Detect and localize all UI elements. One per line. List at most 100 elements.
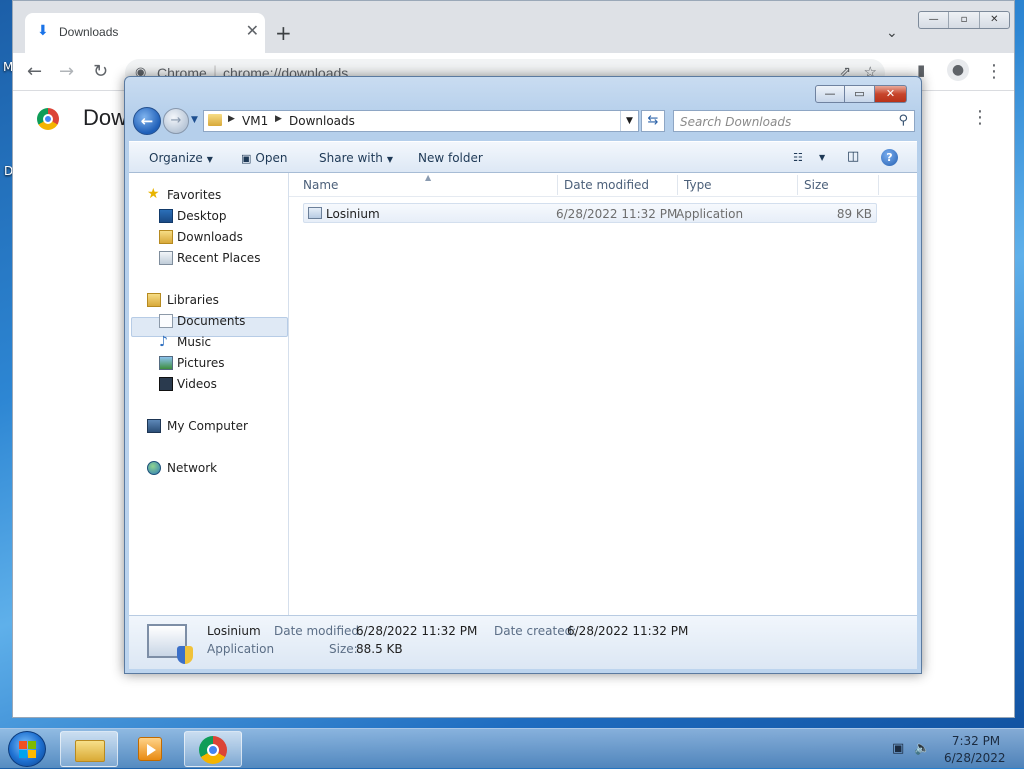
pictures-icon [159, 356, 173, 370]
search-icon[interactable]: ⚲ [898, 113, 908, 128]
share-with-label: Share with [319, 151, 383, 165]
taskbar-media-player-button[interactable] [124, 731, 176, 767]
maximize-button[interactable]: ▫ [949, 12, 980, 28]
start-button[interactable] [8, 731, 46, 767]
chrome-window-controls: — ▫ ✕ [918, 11, 1010, 29]
music-note-icon: ♪ [159, 334, 168, 350]
recent-pages-dropdown-icon[interactable]: ▼ [191, 115, 198, 125]
desktop-icon [159, 209, 173, 223]
libraries-icon [147, 293, 161, 307]
column-header-size[interactable]: Size [804, 178, 829, 192]
sort-ascending-icon: ▲ [425, 173, 432, 182]
network-status-icon[interactable]: ▣ [892, 741, 904, 756]
taskbar-explorer-button[interactable] [60, 731, 118, 767]
nav-desktop[interactable]: Desktop [129, 206, 285, 226]
dropdown-arrow-icon: ▼ [386, 155, 394, 164]
downloads-menu-icon[interactable]: ⋮ [971, 107, 989, 128]
volume-icon[interactable]: 🔈 [914, 741, 930, 756]
details-size: 88.5 KB [356, 642, 403, 656]
forward-button[interactable]: → [163, 108, 189, 134]
windows-logo-icon [19, 750, 27, 758]
chrome-menu-icon[interactable]: ⋮ [985, 61, 1003, 82]
column-divider[interactable] [797, 175, 798, 195]
nav-pictures[interactable]: Pictures [129, 353, 285, 373]
network-globe-icon [147, 461, 161, 475]
organize-button[interactable]: Organize ▼ [149, 151, 213, 165]
breadcrumb-item-downloads[interactable]: Downloads [289, 114, 355, 128]
dropdown-arrow-icon: ▼ [206, 155, 213, 164]
share-with-button[interactable]: Share with ▼ [319, 151, 393, 165]
clock-time[interactable]: 7:32 PM [950, 734, 1002, 748]
open-label: Open [255, 151, 288, 165]
organize-label: Organize [149, 151, 203, 165]
column-header-date-modified[interactable]: Date modified [564, 178, 649, 192]
new-tab-button[interactable]: + [275, 23, 292, 43]
help-icon[interactable]: ? [881, 149, 898, 166]
tab-search-button[interactable]: ⌄ [886, 25, 898, 41]
column-header-name[interactable]: Name [303, 178, 338, 192]
nav-documents[interactable]: Documents [129, 311, 285, 331]
nav-pictures-label: Pictures [177, 356, 225, 370]
column-header-type[interactable]: Type [684, 178, 712, 192]
maximize-button[interactable]: ▭ [845, 85, 875, 103]
new-folder-button[interactable]: New folder [418, 151, 483, 165]
nav-music[interactable]: ♪ Music [129, 332, 285, 352]
breadcrumb-item-vm1[interactable]: VM1 [242, 114, 268, 128]
details-pane: Losinium Application Date modified: 6/28… [129, 615, 917, 669]
chrome-tab-strip: ⬇ Downloads ✕ + ⌄ — ▫ ✕ [13, 1, 1014, 53]
videos-film-icon [159, 377, 173, 391]
folder-icon [208, 114, 222, 126]
file-row[interactable]: Losinium 6/28/2022 11:32 PM Application … [303, 203, 877, 223]
change-view-icon[interactable]: ☷ [793, 151, 803, 164]
breadcrumb-chevron-icon[interactable]: ▶ [275, 114, 282, 124]
forward-arrow-icon[interactable]: → [59, 61, 74, 82]
nav-favorites[interactable]: ★ Favorites [129, 185, 285, 205]
address-dropdown-icon[interactable]: ▼ [620, 111, 638, 131]
back-button[interactable]: ← [133, 107, 161, 135]
search-input[interactable]: Search Downloads ⚲ [673, 110, 915, 132]
tab-close-icon[interactable]: ✕ [246, 21, 259, 40]
close-button[interactable]: ✕ [875, 85, 907, 103]
command-bar: Organize ▼ ▣ Open Share with ▼ New folder ☷… [129, 141, 917, 173]
explorer-window-controls: — ▭ ✕ [815, 85, 907, 103]
recent-places-icon [159, 251, 173, 265]
close-button[interactable]: ✕ [980, 12, 1009, 28]
nav-downloads[interactable]: Downloads [129, 227, 285, 247]
file-name: Losinium [326, 207, 380, 221]
view-dropdown-icon[interactable]: ▼ [819, 153, 825, 162]
nav-libraries[interactable]: Libraries [129, 290, 285, 310]
nav-recent-places[interactable]: Recent Places [129, 248, 285, 268]
page-title: Dow [83, 105, 128, 130]
column-divider[interactable] [677, 175, 678, 195]
reload-icon[interactable]: ↻ [93, 61, 108, 82]
clock-date[interactable]: 6/28/2022 [944, 751, 1006, 765]
nav-recent-places-label: Recent Places [177, 251, 261, 265]
nav-network[interactable]: Network [129, 458, 285, 478]
open-button[interactable]: ▣ Open [241, 151, 287, 165]
column-divider[interactable] [557, 175, 558, 195]
windows-logo-icon [19, 741, 27, 749]
computer-icon [147, 419, 161, 433]
details-file-name: Losinium [207, 624, 261, 638]
search-placeholder: Search Downloads [680, 115, 792, 129]
back-arrow-icon[interactable]: ← [27, 61, 42, 82]
profile-avatar-icon[interactable]: ● [947, 59, 969, 81]
taskbar-chrome-button[interactable] [184, 731, 242, 767]
tab-downloads[interactable]: ⬇ Downloads ✕ [25, 13, 265, 53]
chrome-logo-icon [37, 108, 59, 130]
nav-my-computer-label: My Computer [167, 419, 248, 433]
file-type: Application [676, 207, 744, 221]
open-icon: ▣ [241, 152, 252, 165]
address-bar[interactable]: ▶ VM1 ▶ Downloads ▼ [203, 110, 639, 132]
nav-videos[interactable]: Videos [129, 374, 285, 394]
column-divider[interactable] [878, 175, 879, 195]
nav-music-label: Music [177, 335, 212, 349]
minimize-button[interactable]: — [815, 85, 845, 103]
nav-videos-label: Videos [177, 377, 217, 391]
nav-my-computer[interactable]: My Computer [129, 416, 285, 436]
breadcrumb-chevron-icon[interactable]: ▶ [228, 114, 235, 124]
windows-logo-icon [28, 741, 36, 749]
refresh-button[interactable]: ⇆ [641, 110, 665, 132]
preview-pane-icon[interactable]: ◫ [847, 149, 859, 164]
minimize-button[interactable]: — [919, 12, 950, 28]
